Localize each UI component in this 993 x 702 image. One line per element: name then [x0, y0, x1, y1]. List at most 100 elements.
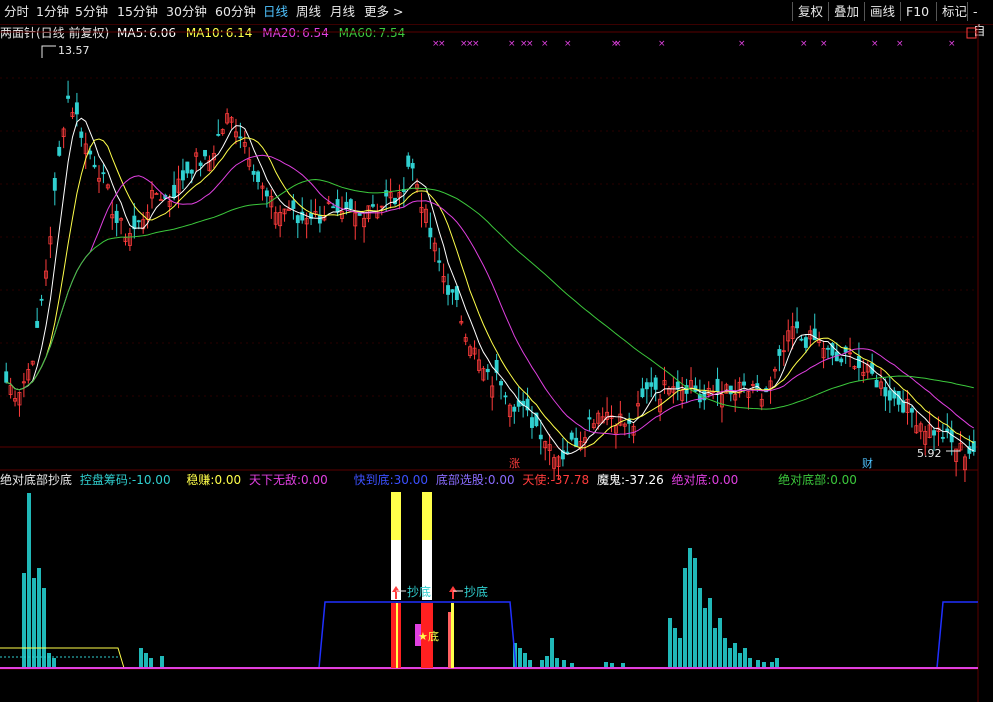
candle-body: [932, 430, 936, 436]
candle-body: [384, 190, 389, 197]
indicator-bar: [693, 558, 697, 668]
jddb-value: 0.00: [830, 473, 857, 487]
candle-body: [57, 146, 62, 156]
candle-body: [97, 177, 101, 182]
signal-x-mark: ×: [564, 39, 572, 49]
tab-daily[interactable]: 日线: [263, 4, 288, 20]
tab-more[interactable]: 更多 >: [364, 4, 403, 20]
chart-canvas: ×× ××× × ×× × × ×× × × × × × × × 13.57 5.92 涨 财 抄底 抄底…: [0, 24, 979, 702]
fuquan-button[interactable]: 复权: [792, 2, 828, 21]
candle-body: [764, 388, 769, 393]
candle-body: [963, 456, 967, 471]
candle-body: [954, 448, 959, 462]
candle-body: [331, 206, 336, 209]
candle-body: [446, 285, 450, 295]
candle-body: [322, 215, 327, 221]
tab-30min[interactable]: 30分钟: [166, 4, 207, 20]
candle-body: [340, 211, 344, 219]
indicator-bar: [570, 663, 574, 668]
red-signal-bar: [421, 603, 433, 668]
candle-body: [229, 117, 234, 123]
dbxg-label: 底部选股:: [435, 473, 488, 487]
candle-body: [909, 408, 914, 413]
indicator-header: 绝对底部抄底 控盘筹码:-10.00 稳赚:0.00 天下无敌:0.00 快到底…: [0, 472, 857, 488]
tab-weekly[interactable]: 周线: [296, 4, 321, 20]
tab-fenshi[interactable]: 分时: [4, 4, 29, 20]
candle-body: [167, 200, 172, 207]
candle-body: [357, 210, 362, 216]
candle-body: [353, 212, 358, 227]
candle-body: [105, 184, 110, 189]
tab-60min[interactable]: 60分钟: [215, 4, 256, 20]
wz-label: 稳赚:: [186, 473, 215, 487]
overlay-button[interactable]: 叠加: [828, 2, 864, 21]
ma5-label: MA5:: [117, 26, 148, 40]
indicator-bar: [518, 648, 522, 668]
indicator-bar: [775, 658, 779, 668]
candle-body: [468, 346, 473, 357]
indicator-title: 绝对底部抄底: [0, 473, 73, 487]
candle-body: [812, 328, 817, 341]
candle-body: [790, 326, 795, 339]
cai-marker: 财: [862, 456, 873, 470]
star-icon: ★: [418, 630, 428, 643]
txwd-label: 天下无敌:: [249, 473, 302, 487]
ts-label: 天使:: [522, 473, 551, 487]
candle-body: [242, 142, 247, 147]
tab-1min[interactable]: 1分钟: [36, 4, 69, 20]
candle-body: [370, 204, 375, 207]
candle-body: [375, 210, 380, 219]
candle-body: [781, 350, 786, 353]
candle-body: [238, 136, 243, 139]
indicator-bar: [668, 618, 672, 668]
candle-body: [127, 233, 132, 246]
candle-body: [742, 381, 746, 386]
candle-body: [141, 219, 146, 230]
tab-monthly[interactable]: 月线: [330, 4, 355, 20]
auto-button[interactable]: -自: [967, 2, 993, 38]
candle-body: [852, 366, 857, 369]
wenzhuan-line: [0, 647, 125, 669]
f10-button[interactable]: F10: [900, 2, 934, 21]
ma60-line: [6, 178, 974, 410]
candle-body: [759, 398, 764, 407]
candle-body: [119, 218, 124, 221]
chaodi-label-2: 抄底: [464, 584, 488, 599]
indicator-bar: [144, 653, 148, 668]
indicator-bar: [610, 663, 614, 668]
candle-body: [260, 185, 265, 189]
zhang-marker: 涨: [509, 457, 520, 470]
signal-x-mark: ×: [800, 39, 808, 49]
candle-body: [706, 387, 711, 396]
kp-value: -10.00: [131, 473, 171, 487]
candle-body: [565, 451, 570, 454]
ma20-value: 6.54: [302, 26, 329, 40]
tab-15min[interactable]: 15分钟: [117, 4, 158, 20]
draw-line-button[interactable]: 画线: [864, 2, 900, 21]
candle-body: [211, 152, 216, 161]
txwd-value: 0.00: [301, 473, 328, 487]
candle-body: [216, 134, 221, 136]
candle-body: [918, 423, 923, 432]
candle-body: [773, 369, 777, 372]
candle-body: [344, 201, 349, 209]
candle-body: [949, 429, 954, 443]
candle-body: [366, 205, 371, 220]
candle-body: [755, 383, 760, 389]
candle-body: [958, 442, 963, 451]
indicator-bar: [52, 658, 56, 668]
candle-body: [70, 112, 75, 117]
candle-body: [39, 298, 44, 301]
candle-body: [680, 390, 685, 401]
signal-x-mark: ×: [871, 39, 879, 49]
candle-body: [123, 237, 128, 243]
tab-5min[interactable]: 5分钟: [75, 4, 108, 20]
candle-body: [189, 169, 194, 174]
ma10-line: [6, 137, 975, 449]
candle-body: [220, 129, 225, 134]
indicator-bar: [748, 658, 752, 668]
candle-body: [326, 201, 331, 204]
signal-x-mark: ×: [541, 39, 549, 49]
candle-body: [393, 197, 397, 205]
candle-body: [574, 437, 579, 448]
